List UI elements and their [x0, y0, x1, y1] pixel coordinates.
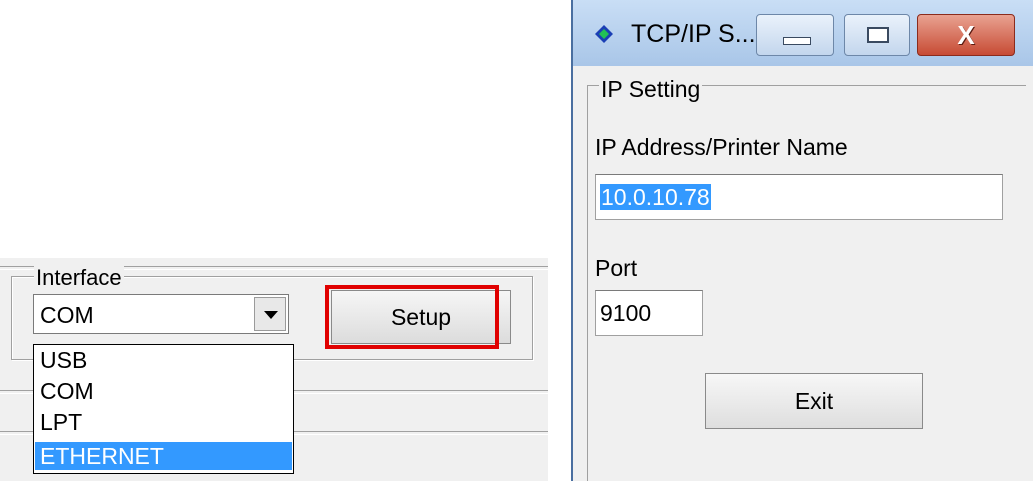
close-button[interactable]: X [917, 14, 1015, 56]
exit-button[interactable]: Exit [705, 373, 923, 429]
port-value: 9100 [600, 300, 652, 326]
interface-group-label: Interface [34, 265, 124, 290]
ip-setting-group-label: IP Setting [599, 76, 703, 102]
minimize-icon [783, 37, 811, 45]
tcpip-setting-dialog: TCP/IP S... X IP Setting IP Address/Prin… [571, 0, 1033, 481]
port-input[interactable]: 9100 [595, 290, 703, 336]
minimize-button[interactable] [756, 14, 834, 56]
dropdown-option-usb[interactable]: USB [35, 346, 292, 374]
dropdown-option-lpt[interactable]: LPT [35, 408, 292, 436]
dialog-title: TCP/IP S... [631, 20, 756, 48]
combobox-dropdown-button[interactable] [254, 297, 286, 331]
maximize-button[interactable] [844, 14, 910, 56]
app-icon [595, 25, 613, 43]
interface-panel: Interface COM Setup USB COM LPT ETHERNET [0, 258, 548, 481]
dropdown-option-com[interactable]: COM [35, 377, 292, 405]
interface-combobox-value: COM [40, 302, 94, 328]
chevron-down-icon [264, 311, 278, 319]
interface-dropdown-list[interactable]: USB COM LPT ETHERNET [33, 344, 294, 474]
setup-button[interactable]: Setup [331, 290, 511, 344]
maximize-icon [867, 27, 889, 43]
ip-address-value: 10.0.10.78 [600, 184, 711, 210]
close-icon: X [957, 20, 975, 50]
port-label: Port [595, 255, 638, 281]
interface-combobox[interactable]: COM [33, 294, 289, 334]
dialog-titlebar[interactable]: TCP/IP S... X [573, 0, 1033, 66]
dropdown-option-ethernet[interactable]: ETHERNET [35, 442, 292, 470]
ip-address-input[interactable]: 10.0.10.78 [595, 174, 1003, 220]
ip-address-label: IP Address/Printer Name [595, 134, 848, 160]
